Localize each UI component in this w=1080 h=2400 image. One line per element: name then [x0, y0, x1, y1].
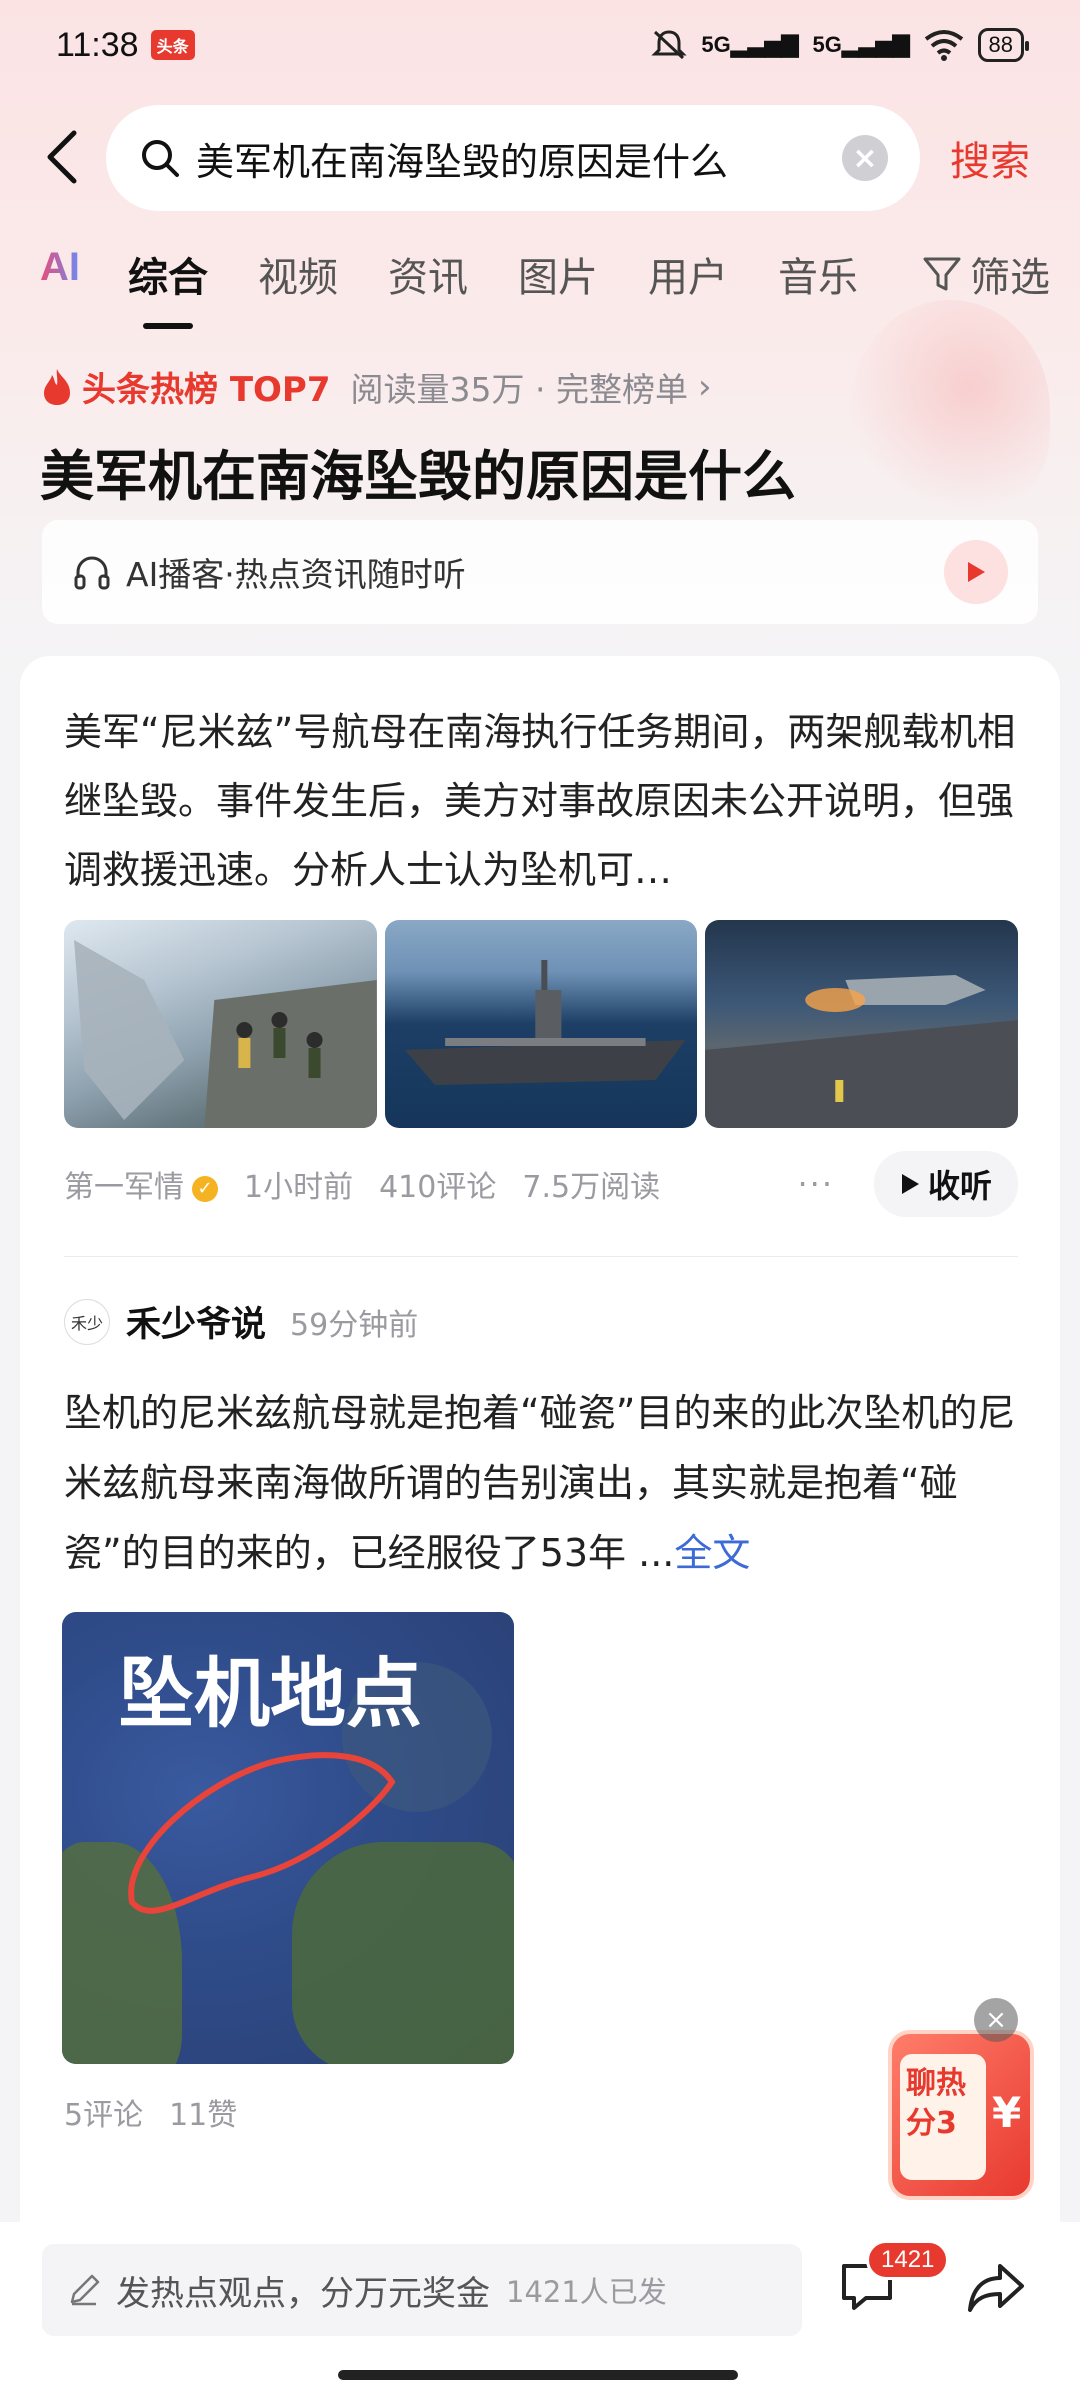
category-tabs: AI 综合 视频 资讯 图片 用户 音乐 筛选: [40, 245, 1050, 325]
post-stats: 5评论 11赞: [64, 2090, 237, 2134]
post-text: 坠机的尼米兹航母就是抱着“碰瓷”目的来的此次坠机的尼米兹航母来南海做所谓的告别演…: [64, 1391, 1016, 1575]
post-likes[interactable]: 11赞: [169, 2090, 237, 2134]
article-images[interactable]: [64, 920, 1019, 1128]
post-body[interactable]: 坠机的尼米兹航母就是抱着“碰瓷”目的来的此次坠机的尼米兹航母来南海做所谓的告别演…: [64, 1378, 1019, 1588]
hot-list-meta: 阅读量35万 · 完整榜单: [350, 369, 688, 409]
tab-images[interactable]: 图片: [518, 245, 598, 303]
post-time: 59分钟前: [290, 1307, 419, 1343]
yen-icon: ¥: [992, 2088, 1022, 2137]
post-ellipsis: ...: [638, 1531, 675, 1575]
filter-label: 筛选: [970, 255, 1050, 301]
post-comments[interactable]: 5评论: [64, 2090, 143, 2134]
divider: [64, 1256, 1018, 1257]
comment-input[interactable]: 发热点观点，分万元奖金 1421人已发: [42, 2244, 802, 2336]
tab-music[interactable]: 音乐: [778, 245, 858, 303]
play-icon: [901, 1174, 919, 1194]
hot-list-line[interactable]: 头条热榜 TOP7 阅读量35万 · 完整榜单 ›: [40, 362, 712, 411]
listen-button[interactable]: 收听: [873, 1151, 1018, 1217]
tab-news[interactable]: 资讯: [388, 245, 468, 303]
fulltext-link[interactable]: 全文: [674, 1531, 750, 1575]
article-image-3[interactable]: [705, 920, 1019, 1128]
play-button[interactable]: [944, 540, 1008, 604]
search-button[interactable]: 搜索: [950, 129, 1030, 187]
filter-button[interactable]: 筛选: [922, 245, 1050, 303]
signal-1-icon: 5G▂▃▅▇: [701, 32, 799, 57]
headphone-icon: [74, 556, 110, 590]
filter-icon: [923, 257, 961, 291]
floating-red-packet[interactable]: 聊热分3 ¥ ×: [888, 1998, 1034, 2200]
comment-count: 1421人已发: [506, 2275, 667, 2309]
chevron-right-icon: ›: [697, 366, 712, 407]
carrier-illustration: [404, 960, 686, 1085]
mute-icon: [651, 30, 688, 60]
podcast-label: AI播客·热点资讯随时听: [126, 555, 466, 594]
app-badge: 头条: [150, 30, 195, 60]
play-icon: [968, 562, 985, 582]
hot-list-label: 头条热榜 TOP7: [82, 370, 331, 410]
search-input[interactable]: 美军机在南海坠毁的原因是什么 ×: [106, 105, 920, 211]
wifi-icon: [924, 30, 963, 61]
status-icons: 5G▂▃▅▇ 5G▂▃▅▇ 88: [651, 28, 1030, 62]
article-time: 1小时前: [244, 1170, 354, 1205]
tab-users[interactable]: 用户: [648, 245, 728, 303]
decorative-flame: [850, 300, 1050, 520]
wreck-illustration: [74, 940, 377, 1128]
hot-topic-title: 美军机在南海坠毁的原因是什么: [40, 445, 796, 508]
status-time: 11:38: [56, 25, 139, 64]
avatar[interactable]: 禾少: [64, 1298, 110, 1345]
close-icon[interactable]: ×: [974, 1998, 1018, 2042]
ai-podcast-bar[interactable]: AI播客·热点资讯随时听: [42, 520, 1038, 624]
pen-icon: [70, 2274, 100, 2306]
share-icon[interactable]: [966, 2260, 1026, 2316]
search-icon: [142, 140, 179, 177]
search-row: 美军机在南海坠毁的原因是什么 × 搜索: [0, 105, 1080, 211]
article-source[interactable]: 第一军情 ✓: [64, 1162, 218, 1206]
home-indicator[interactable]: [338, 2370, 738, 2380]
clear-icon[interactable]: ×: [842, 135, 888, 181]
article-image-2[interactable]: [384, 920, 698, 1128]
article-comments: 410评论: [379, 1170, 497, 1205]
comment-placeholder: 发热点观点，分万元奖金: [116, 2273, 490, 2314]
red-packet-text: 聊热分3: [906, 2066, 966, 2141]
jet-launch-illustration: [705, 975, 1019, 1128]
map-caption: 坠机地点: [118, 1649, 422, 1738]
post-header: 禾少 禾少爷说 59分钟前: [64, 1296, 418, 1347]
comment-badge: 1421: [866, 2240, 950, 2280]
listen-label: 收听: [927, 1167, 992, 1205]
article-summary[interactable]: 美军“尼米兹”号航母在南海执行任务期间，两架舰载机相继坠毁。事件发生后，美方对事…: [64, 698, 1019, 905]
status-bar: 11:38 头条 5G▂▃▅▇ 5G▂▃▅▇ 88: [0, 0, 1080, 90]
verified-icon: ✓: [192, 1175, 218, 1202]
signal-2-icon: 5G▂▃▅▇: [812, 32, 910, 57]
more-options-icon[interactable]: ···: [797, 1165, 834, 1203]
article-reads: 7.5万阅读: [522, 1170, 661, 1205]
battery-indicator: 88: [977, 28, 1030, 62]
search-query[interactable]: 美军机在南海坠毁的原因是什么: [196, 131, 842, 186]
post-map-image[interactable]: 坠机地点: [62, 1612, 514, 2064]
back-icon[interactable]: [40, 127, 90, 187]
post-author[interactable]: 禾少爷说: [126, 1296, 266, 1347]
tab-ai[interactable]: AI: [40, 245, 80, 290]
fire-icon: [44, 368, 70, 405]
tab-comprehensive[interactable]: 综合: [128, 245, 208, 303]
article-image-1[interactable]: [64, 920, 377, 1128]
article-meta: 第一军情 ✓ 1小时前 410评论 7.5万阅读 ··· 收听: [64, 1151, 1018, 1217]
red-packet-card[interactable]: 聊热分3 ¥: [888, 2030, 1034, 2200]
tab-video[interactable]: 视频: [258, 245, 338, 303]
